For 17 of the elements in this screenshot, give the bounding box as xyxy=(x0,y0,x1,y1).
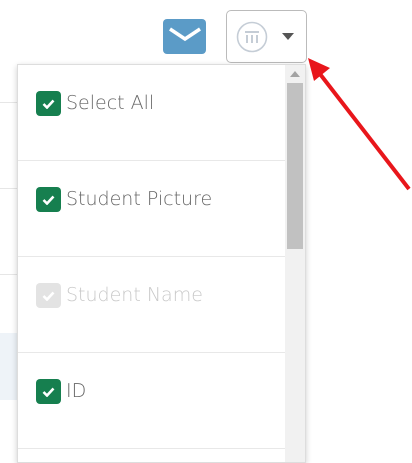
check-icon xyxy=(42,194,55,204)
check-icon xyxy=(42,290,55,300)
checkbox[interactable] xyxy=(36,379,61,404)
table-row-background xyxy=(0,333,17,400)
columns-icon xyxy=(236,20,268,52)
caret-icon xyxy=(282,33,294,40)
check-icon xyxy=(42,386,55,396)
column-chooser-button[interactable] xyxy=(226,10,307,63)
checkbox[interactable] xyxy=(36,187,61,212)
checkbox[interactable] xyxy=(36,91,61,116)
scrollbar[interactable] xyxy=(285,65,305,462)
scroll-up-icon[interactable] xyxy=(290,71,300,77)
column-option[interactable]: Student Picture xyxy=(18,161,285,257)
column-option[interactable]: Select All xyxy=(18,65,285,161)
mail-button[interactable] xyxy=(163,19,206,54)
check-icon xyxy=(42,98,55,108)
column-option[interactable]: ID xyxy=(18,353,285,449)
